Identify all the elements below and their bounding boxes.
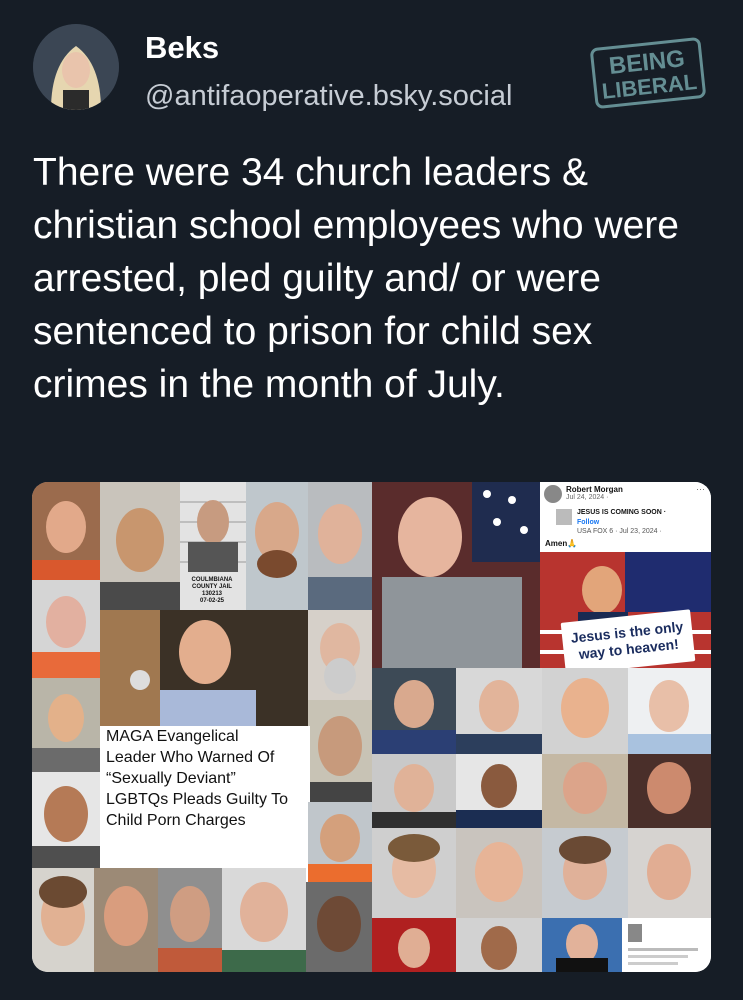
mugshot-photo xyxy=(306,882,372,972)
mugshot-photo xyxy=(32,868,94,972)
mugshot-photo xyxy=(32,580,100,678)
author-handle[interactable]: @antifaoperative.bsky.social xyxy=(145,80,512,113)
jail-placard: COULMBIANA COUNTY JAIL 130213 07-02-25 xyxy=(182,577,242,605)
caption-line: Leader Who Warned Of xyxy=(106,749,275,766)
mugshot-photo xyxy=(456,828,542,918)
fb-page-name: JESUS IS COMING SOON · xyxy=(577,509,667,516)
being-liberal-watermark-logo: BEING LIBERAL xyxy=(590,37,706,109)
mugshot-photo xyxy=(628,754,711,828)
mugshot-photo xyxy=(32,482,100,580)
mugshot-photo xyxy=(94,868,158,972)
news-post-thumbnail xyxy=(622,918,711,972)
mugshot-photo xyxy=(32,678,100,772)
jail-placard-id: 130213 xyxy=(201,591,223,597)
mugshot-photo xyxy=(308,700,372,802)
mugshot-photo xyxy=(158,868,222,972)
mugshot-photo xyxy=(542,754,628,828)
caption-line: Child Porn Charges xyxy=(106,812,246,829)
mugshot-photo xyxy=(456,668,542,754)
mugshot-photo xyxy=(308,482,372,610)
fb-post-text: Amen🙏 xyxy=(545,539,578,548)
author-name[interactable]: Beks xyxy=(145,30,219,66)
mugshot-photo xyxy=(246,482,308,610)
caption-line: MAGA Evangelical xyxy=(106,728,239,745)
mugshot-photo xyxy=(372,668,456,754)
mugshot-photo xyxy=(628,668,711,754)
author-avatar[interactable] xyxy=(33,24,119,110)
mugshot-photo xyxy=(456,754,542,828)
evangelical-leader-photo xyxy=(100,610,308,726)
mugshot-photo xyxy=(222,868,306,972)
mugshot-photo xyxy=(308,610,372,700)
fb-author-name: Robert Morgan xyxy=(566,485,623,494)
mugshot-photo xyxy=(372,918,456,972)
post-text: There were 34 church leaders & christian… xyxy=(33,151,679,406)
mugshot-photo xyxy=(32,772,100,868)
man-with-flag-photo xyxy=(372,482,540,668)
fb-post-date: Jul 24, 2024 · xyxy=(566,494,609,501)
news-headline-caption: MAGA Evangelical Leader Who Warned Of “S… xyxy=(102,726,310,838)
jail-placard-date: 07-02-25 xyxy=(199,598,225,604)
fb-follow-link: Follow xyxy=(577,519,600,526)
mugshot-photo xyxy=(456,918,542,972)
mugshot-photo xyxy=(542,828,628,918)
mugshot-photo xyxy=(100,482,180,610)
news-post-image xyxy=(628,924,698,965)
mugshot-photo xyxy=(372,828,456,918)
profile-avatar-icon xyxy=(544,485,562,503)
page-avatar-icon xyxy=(556,509,572,525)
mugshot-photo xyxy=(628,828,711,918)
mugshot-photo xyxy=(542,918,622,972)
more-options-icon: ··· xyxy=(696,484,705,494)
avatar-image xyxy=(33,24,119,110)
mugshot-photo xyxy=(308,802,372,882)
mugshot-photo xyxy=(542,668,628,754)
post-image-collage[interactable]: COULMBIANA COUNTY JAIL 130213 07-02-25 R… xyxy=(32,482,711,972)
jail-placard-label: COULMBIANA COUNTY JAIL xyxy=(191,577,233,590)
fb-shared-source: USA FOX 6 · Jul 23, 2024 · xyxy=(577,528,662,535)
mugshot-photo xyxy=(372,754,456,828)
caption-line: LGBTQs Pleads Guilty To xyxy=(106,791,288,808)
caption-line: “Sexually Deviant” xyxy=(106,770,236,787)
